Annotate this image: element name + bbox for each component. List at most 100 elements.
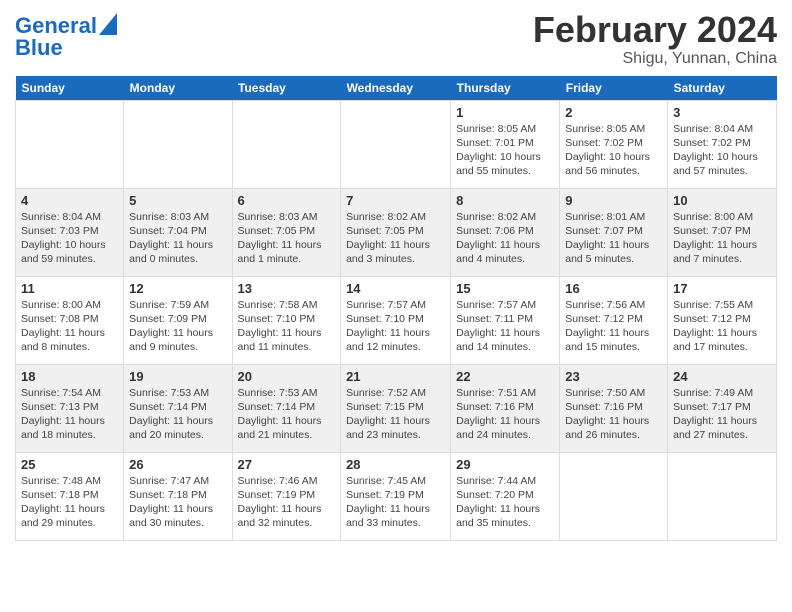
day-number: 9 xyxy=(565,193,662,208)
day-cell xyxy=(668,452,777,540)
day-info: Sunrise: 7:48 AMSunset: 7:18 PMDaylight:… xyxy=(21,474,118,531)
day-info: Sunrise: 7:57 AMSunset: 7:10 PMDaylight:… xyxy=(346,298,445,355)
page: General Blue February 2024 Shigu, Yunnan… xyxy=(0,0,792,551)
calendar-week-3: 11Sunrise: 8:00 AMSunset: 7:08 PMDayligh… xyxy=(16,276,777,364)
day-number: 21 xyxy=(346,369,445,384)
calendar-week-1: 1 Sunrise: 8:05 AMSunset: 7:01 PMDaylight… xyxy=(16,100,777,188)
day-cell: 9 Sunrise: 8:01 AMSunset: 7:07 PMDaylight… xyxy=(560,188,668,276)
day-info: Sunrise: 8:05 AMSunset: 7:02 PMDaylight:… xyxy=(565,122,662,179)
day-number: 3 xyxy=(673,105,771,120)
location-title: Shigu, Yunnan, China xyxy=(533,50,777,68)
day-cell: 20Sunrise: 7:53 AMSunset: 7:14 PMDayligh… xyxy=(232,364,341,452)
logo: General Blue xyxy=(15,15,117,59)
day-info: Sunrise: 8:05 AMSunset: 7:01 PMDaylight:… xyxy=(456,122,554,179)
header-sunday: Sunday xyxy=(16,76,124,101)
day-cell: 12Sunrise: 7:59 AMSunset: 7:09 PMDayligh… xyxy=(124,276,232,364)
title-area: February 2024 Shigu, Yunnan, China xyxy=(533,10,777,68)
day-cell: 5 Sunrise: 8:03 AMSunset: 7:04 PMDaylight… xyxy=(124,188,232,276)
day-cell: 13 Sunrise: 7:58 AMSunset: 7:10 PMDayligh… xyxy=(232,276,341,364)
day-number: 27 xyxy=(238,457,336,472)
day-cell: 28 Sunrise: 7:45 AMSunset: 7:19 PMDayligh… xyxy=(341,452,451,540)
day-number: 15 xyxy=(456,281,554,296)
day-info: Sunrise: 7:57 AMSunset: 7:11 PMDaylight:… xyxy=(456,298,554,355)
day-number: 22 xyxy=(456,369,554,384)
day-number: 1 xyxy=(456,105,554,120)
day-info: Sunrise: 8:04 AMSunset: 7:02 PMDaylight:… xyxy=(673,122,771,179)
day-number: 16 xyxy=(565,281,662,296)
calendar-table: Sunday Monday Tuesday Wednesday Thursday… xyxy=(15,76,777,541)
day-cell: 27 Sunrise: 7:46 AMSunset: 7:19 PMDayligh… xyxy=(232,452,341,540)
day-number: 11 xyxy=(21,281,118,296)
day-cell: 24 Sunrise: 7:49 AMSunset: 7:17 PMDayligh… xyxy=(668,364,777,452)
day-cell xyxy=(16,100,124,188)
day-number: 7 xyxy=(346,193,445,208)
day-info: Sunrise: 7:45 AMSunset: 7:19 PMDaylight:… xyxy=(346,474,445,531)
day-cell: 10 Sunrise: 8:00 AMSunset: 7:07 PMDayligh… xyxy=(668,188,777,276)
day-info: Sunrise: 8:02 AMSunset: 7:05 PMDaylight:… xyxy=(346,210,445,267)
day-cell xyxy=(341,100,451,188)
day-info: Sunrise: 7:46 AMSunset: 7:19 PMDaylight:… xyxy=(238,474,336,531)
day-cell: 8Sunrise: 8:02 AMSunset: 7:06 PMDaylight… xyxy=(451,188,560,276)
day-cell: 18Sunrise: 7:54 AMSunset: 7:13 PMDayligh… xyxy=(16,364,124,452)
day-cell: 22 Sunrise: 7:51 AMSunset: 7:16 PMDayligh… xyxy=(451,364,560,452)
calendar-week-2: 4Sunrise: 8:04 AMSunset: 7:03 PMDaylight… xyxy=(16,188,777,276)
day-number: 13 xyxy=(238,281,336,296)
day-number: 20 xyxy=(238,369,336,384)
day-number: 10 xyxy=(673,193,771,208)
day-info: Sunrise: 7:58 AMSunset: 7:10 PMDaylight:… xyxy=(238,298,336,355)
day-number: 28 xyxy=(346,457,445,472)
day-number: 2 xyxy=(565,105,662,120)
logo-general: General xyxy=(15,15,97,37)
day-cell: 4Sunrise: 8:04 AMSunset: 7:03 PMDaylight… xyxy=(16,188,124,276)
day-info: Sunrise: 8:00 AMSunset: 7:07 PMDaylight:… xyxy=(673,210,771,267)
header-row: Sunday Monday Tuesday Wednesday Thursday… xyxy=(16,76,777,101)
calendar-week-5: 25Sunrise: 7:48 AMSunset: 7:18 PMDayligh… xyxy=(16,452,777,540)
day-info: Sunrise: 8:04 AMSunset: 7:03 PMDaylight:… xyxy=(21,210,118,267)
day-info: Sunrise: 7:55 AMSunset: 7:12 PMDaylight:… xyxy=(673,298,771,355)
day-info: Sunrise: 7:50 AMSunset: 7:16 PMDaylight:… xyxy=(565,386,662,443)
day-number: 14 xyxy=(346,281,445,296)
header-thursday: Thursday xyxy=(451,76,560,101)
day-info: Sunrise: 7:53 AMSunset: 7:14 PMDaylight:… xyxy=(129,386,226,443)
logo-blue: Blue xyxy=(15,37,117,59)
day-number: 5 xyxy=(129,193,226,208)
day-cell: 2 Sunrise: 8:05 AMSunset: 7:02 PMDaylight… xyxy=(560,100,668,188)
day-cell: 23 Sunrise: 7:50 AMSunset: 7:16 PMDayligh… xyxy=(560,364,668,452)
day-number: 23 xyxy=(565,369,662,384)
day-info: Sunrise: 7:49 AMSunset: 7:17 PMDaylight:… xyxy=(673,386,771,443)
day-cell: 16 Sunrise: 7:56 AMSunset: 7:12 PMDayligh… xyxy=(560,276,668,364)
day-cell: 17 Sunrise: 7:55 AMSunset: 7:12 PMDayligh… xyxy=(668,276,777,364)
day-cell: 25Sunrise: 7:48 AMSunset: 7:18 PMDayligh… xyxy=(16,452,124,540)
day-number: 24 xyxy=(673,369,771,384)
day-info: Sunrise: 8:03 AMSunset: 7:04 PMDaylight:… xyxy=(129,210,226,267)
day-number: 12 xyxy=(129,281,226,296)
day-info: Sunrise: 7:51 AMSunset: 7:16 PMDaylight:… xyxy=(456,386,554,443)
day-cell: 3 Sunrise: 8:04 AMSunset: 7:02 PMDaylight… xyxy=(668,100,777,188)
day-cell: 21Sunrise: 7:52 AMSunset: 7:15 PMDayligh… xyxy=(341,364,451,452)
day-cell xyxy=(560,452,668,540)
day-cell: 29Sunrise: 7:44 AMSunset: 7:20 PMDayligh… xyxy=(451,452,560,540)
header-tuesday: Tuesday xyxy=(232,76,341,101)
day-number: 26 xyxy=(129,457,226,472)
day-number: 6 xyxy=(238,193,336,208)
day-number: 17 xyxy=(673,281,771,296)
logo-arrow-icon xyxy=(99,13,117,35)
day-info: Sunrise: 8:01 AMSunset: 7:07 PMDaylight:… xyxy=(565,210,662,267)
header: General Blue February 2024 Shigu, Yunnan… xyxy=(15,10,777,68)
day-info: Sunrise: 7:47 AMSunset: 7:18 PMDaylight:… xyxy=(129,474,226,531)
day-number: 29 xyxy=(456,457,554,472)
header-monday: Monday xyxy=(124,76,232,101)
day-cell xyxy=(232,100,341,188)
header-friday: Friday xyxy=(560,76,668,101)
day-cell: 7 Sunrise: 8:02 AMSunset: 7:05 PMDaylight… xyxy=(341,188,451,276)
day-cell: 26 Sunrise: 7:47 AMSunset: 7:18 PMDayligh… xyxy=(124,452,232,540)
calendar-week-4: 18Sunrise: 7:54 AMSunset: 7:13 PMDayligh… xyxy=(16,364,777,452)
day-info: Sunrise: 7:56 AMSunset: 7:12 PMDaylight:… xyxy=(565,298,662,355)
day-info: Sunrise: 7:54 AMSunset: 7:13 PMDaylight:… xyxy=(21,386,118,443)
day-number: 8 xyxy=(456,193,554,208)
month-title: February 2024 xyxy=(533,10,777,50)
day-cell: 1 Sunrise: 8:05 AMSunset: 7:01 PMDaylight… xyxy=(451,100,560,188)
header-saturday: Saturday xyxy=(668,76,777,101)
day-cell xyxy=(124,100,232,188)
day-info: Sunrise: 8:03 AMSunset: 7:05 PMDaylight:… xyxy=(238,210,336,267)
